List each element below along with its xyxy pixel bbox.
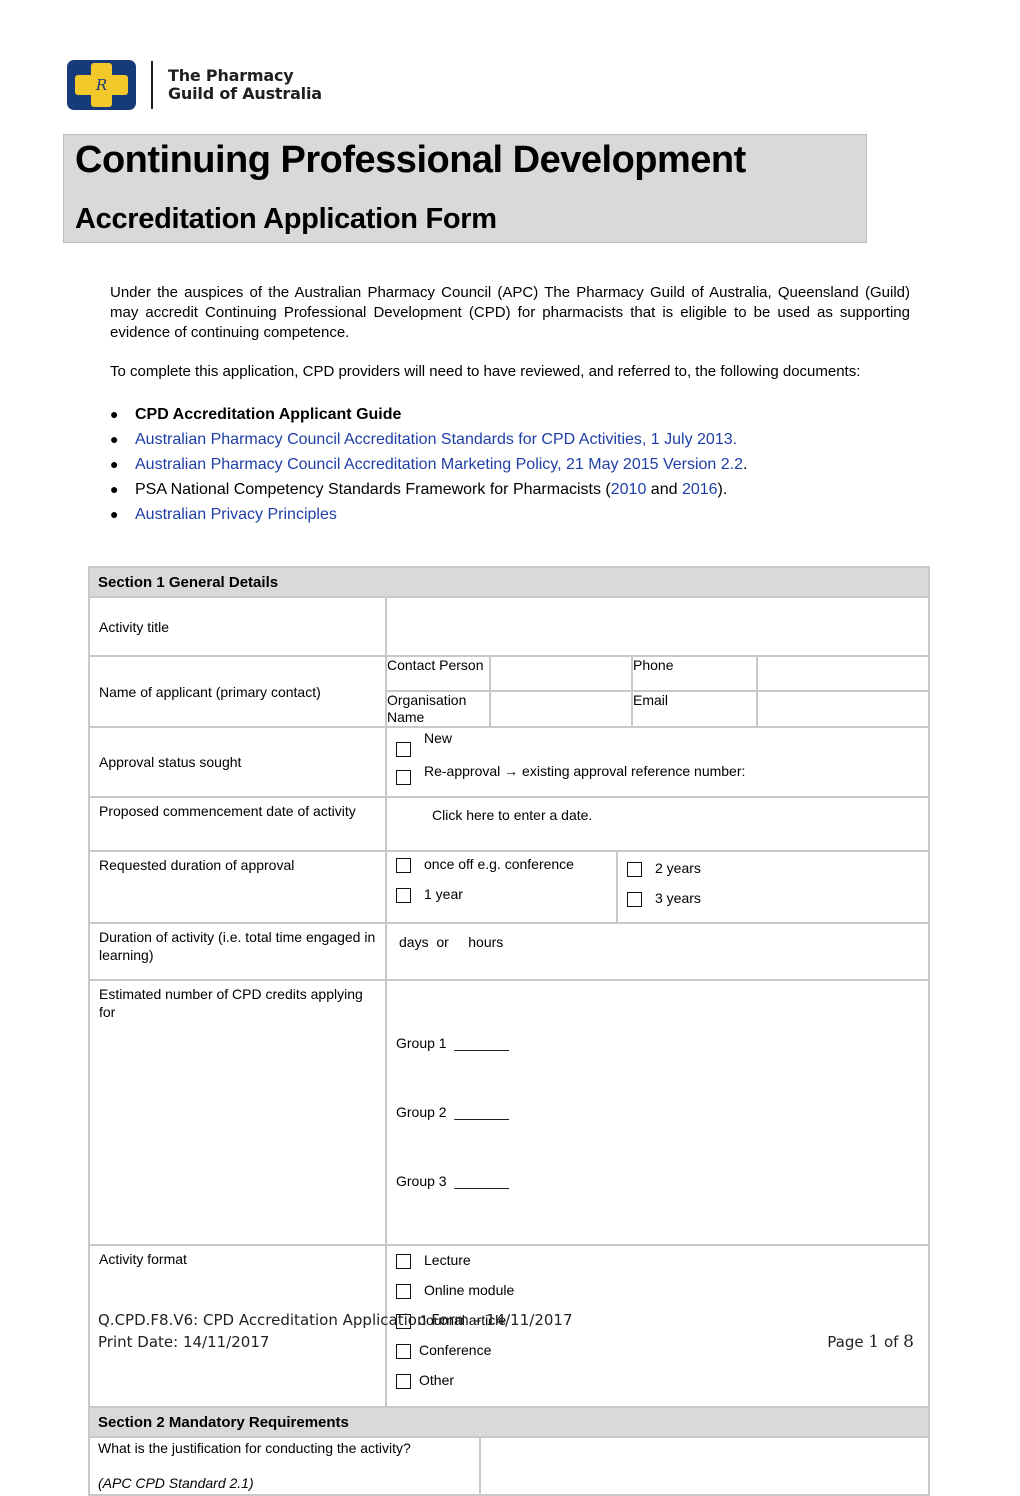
activity-title-field[interactable] bbox=[384, 596, 931, 657]
phone-label: Phone bbox=[631, 657, 758, 692]
format-lecture-option[interactable]: Lecture bbox=[396, 1252, 919, 1282]
justification-standard-ref: (APC CPD Standard 2.1) bbox=[98, 1475, 254, 1491]
competency-2016-link[interactable]: 2016 bbox=[682, 481, 718, 498]
logo-divider bbox=[151, 61, 153, 109]
requested-duration-label: Requested duration of approval bbox=[88, 850, 387, 924]
competency-2010-link[interactable]: 2010 bbox=[611, 481, 647, 498]
pharmacy-guild-logo: R The Pharmacy Guild of Australia bbox=[67, 59, 362, 111]
organisation-name-field[interactable] bbox=[489, 690, 633, 726]
new-checkbox[interactable] bbox=[396, 742, 411, 757]
once-off-checkbox[interactable] bbox=[396, 857, 411, 873]
document-id: Q.CPD.F8.V6: CPD Accreditation Applicati… bbox=[98, 1311, 573, 1329]
cpd-credits-label: Estimated number of CPD credits applying… bbox=[88, 979, 387, 1246]
logo-text: The Pharmacy Guild of Australia bbox=[168, 66, 322, 103]
activity-title-label: Activity title bbox=[88, 596, 387, 657]
section-2-header: Section 2 Mandatory Requirements bbox=[87, 1406, 931, 1438]
page-number: Page 1 of 8 bbox=[827, 1332, 914, 1352]
list-item: ● Australian Pharmacy Council Accreditati… bbox=[110, 452, 747, 477]
credits-group-3-field[interactable]: Group 3 _______ bbox=[396, 1170, 919, 1193]
lecture-checkbox[interactable] bbox=[396, 1253, 411, 1269]
justification-field[interactable] bbox=[480, 1438, 928, 1494]
credits-group-1-field[interactable]: Group 1 _______ bbox=[396, 1032, 919, 1055]
list-item: ● Australian Pharmacy Council Accreditati… bbox=[110, 427, 747, 452]
bullet-icon: ● bbox=[110, 456, 119, 472]
section-1-header: Section 1 General Details bbox=[87, 566, 931, 598]
reapproval-checkbox[interactable] bbox=[396, 770, 411, 785]
list-item: ● PSA National Competency Standards Frame… bbox=[110, 477, 747, 502]
bullet-icon: ● bbox=[110, 431, 119, 447]
contact-person-field[interactable] bbox=[489, 657, 633, 692]
commencement-date-picker[interactable]: Click here to enter a date. bbox=[384, 796, 931, 852]
apc-standards-link[interactable]: Australian Pharmacy Council Accreditatio… bbox=[135, 431, 737, 448]
3-years-checkbox[interactable] bbox=[627, 891, 642, 907]
activity-duration-label: Duration of activity (i.e. total time en… bbox=[88, 922, 387, 981]
email-field[interactable] bbox=[755, 690, 929, 726]
online-module-checkbox[interactable] bbox=[396, 1283, 411, 1299]
intro-paragraph: Under the auspices of the Australian Pha… bbox=[110, 284, 910, 341]
apc-marketing-policy-link[interactable]: Australian Pharmacy Council Accreditatio… bbox=[135, 456, 743, 473]
page-title: Continuing Professional Development bbox=[75, 139, 746, 181]
title-banner: Continuing Professional Development Accr… bbox=[63, 134, 867, 243]
activity-duration-field[interactable]: days or hours bbox=[384, 922, 931, 981]
justification-row: What is the justification for conducting… bbox=[90, 1438, 928, 1494]
approval-new-option[interactable]: New bbox=[396, 730, 919, 764]
applicant-name-label: Name of applicant (primary contact) bbox=[88, 655, 387, 728]
duration-1-year-option[interactable]: 1 year bbox=[396, 886, 607, 914]
organisation-name-label: Organisation Name bbox=[387, 690, 491, 726]
approval-reapproval-option[interactable]: Re-approval → existing approval referenc… bbox=[396, 763, 919, 790]
bullet-icon: ● bbox=[110, 406, 119, 422]
other-checkbox[interactable] bbox=[396, 1373, 411, 1389]
duration-options-grid: once off e.g. conference 1 year 2 years … bbox=[387, 852, 928, 922]
application-form-table: Section 1 General Details Activity title… bbox=[87, 566, 931, 1496]
cross-logo-icon: R bbox=[67, 60, 136, 110]
duration-2-years-option[interactable]: 2 years bbox=[627, 856, 919, 890]
phone-field[interactable] bbox=[755, 657, 929, 692]
duration-3-years-option[interactable]: 3 years bbox=[627, 890, 919, 918]
applicant-guide-label: CPD Accreditation Applicant Guide bbox=[135, 406, 402, 423]
page-footer: Q.CPD.F8.V6: CPD Accreditation Applicati… bbox=[98, 1309, 914, 1353]
list-item: ● Australian Privacy Principles bbox=[110, 502, 747, 527]
email-label: Email bbox=[631, 690, 758, 726]
1-year-checkbox[interactable] bbox=[396, 887, 411, 903]
instructions-paragraph: To complete this application, CPD provid… bbox=[110, 363, 861, 380]
credits-group-2-field[interactable]: Group 2 _______ bbox=[396, 1101, 919, 1124]
approval-status-label: Approval status sought bbox=[88, 726, 387, 798]
page-subtitle: Accreditation Application Form bbox=[75, 203, 497, 235]
bullet-icon: ● bbox=[110, 506, 119, 522]
reference-documents-list: ● CPD Accreditation Applicant Guide ● Aust… bbox=[110, 402, 747, 527]
privacy-principles-link[interactable]: Australian Privacy Principles bbox=[135, 506, 337, 523]
format-online-module-option[interactable]: Online module bbox=[396, 1282, 919, 1312]
contact-person-label: Contact Person bbox=[387, 657, 491, 692]
format-other-option[interactable]: Other bbox=[396, 1372, 919, 1400]
duration-once-off-option[interactable]: once off e.g. conference bbox=[396, 856, 607, 886]
bullet-icon: ● bbox=[110, 481, 119, 497]
commencement-date-label: Proposed commencement date of activity bbox=[88, 796, 387, 852]
2-years-checkbox[interactable] bbox=[627, 861, 642, 877]
applicant-details-grid: Contact Person Phone Organisation Name E… bbox=[387, 657, 929, 726]
list-item: ● CPD Accreditation Applicant Guide bbox=[110, 402, 747, 427]
print-date: Print Date: 14/11/2017 bbox=[98, 1333, 270, 1351]
